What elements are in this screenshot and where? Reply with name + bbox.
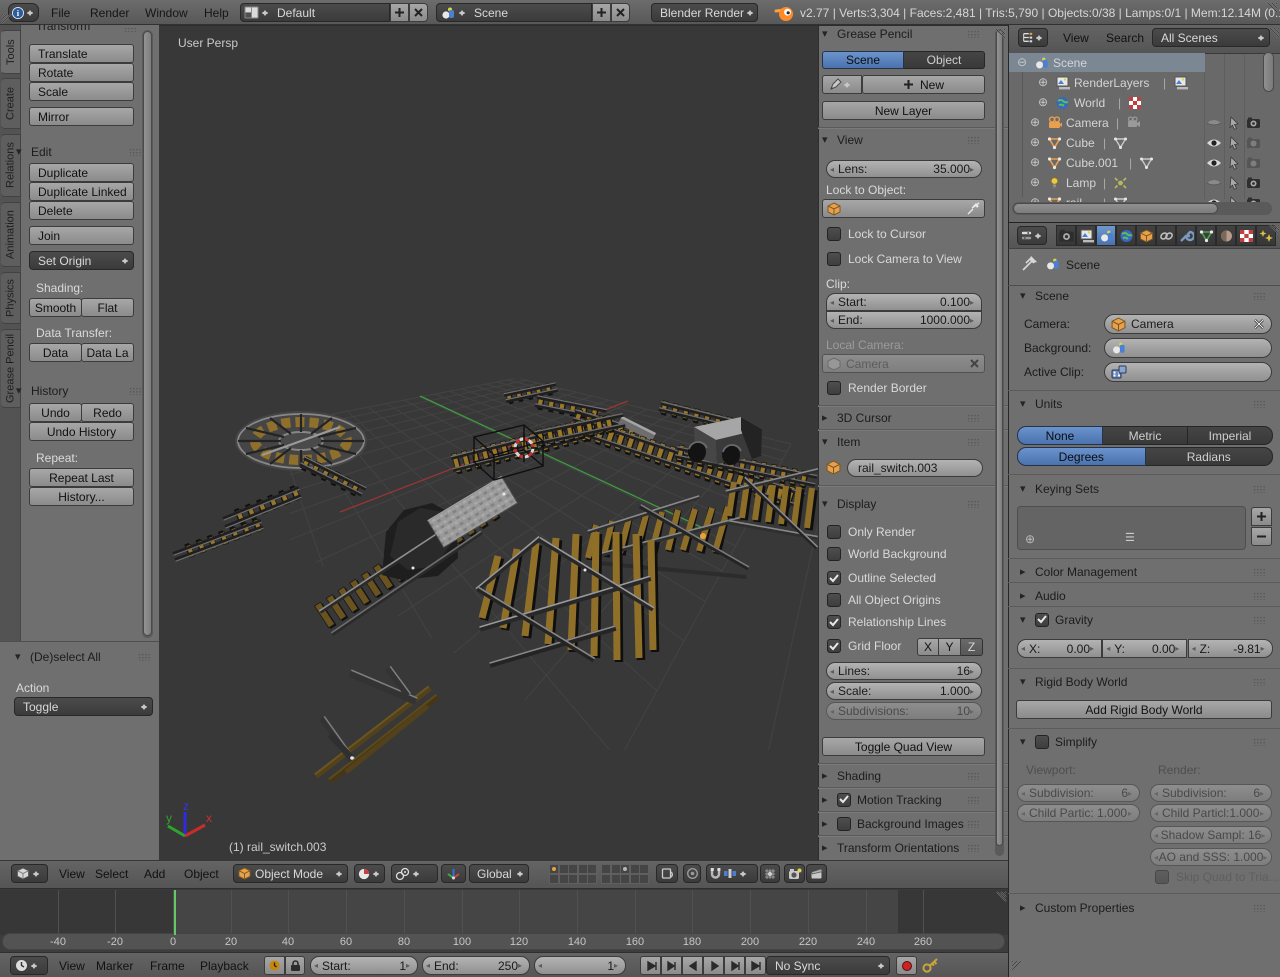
svg-text:x: x — [206, 811, 212, 825]
svg-text:y: y — [166, 811, 172, 825]
svg-text:z: z — [183, 799, 189, 813]
svg-text:(1) rail_switch.003: (1) rail_switch.003 — [229, 840, 327, 854]
svg-text:User Persp: User Persp — [178, 36, 238, 50]
